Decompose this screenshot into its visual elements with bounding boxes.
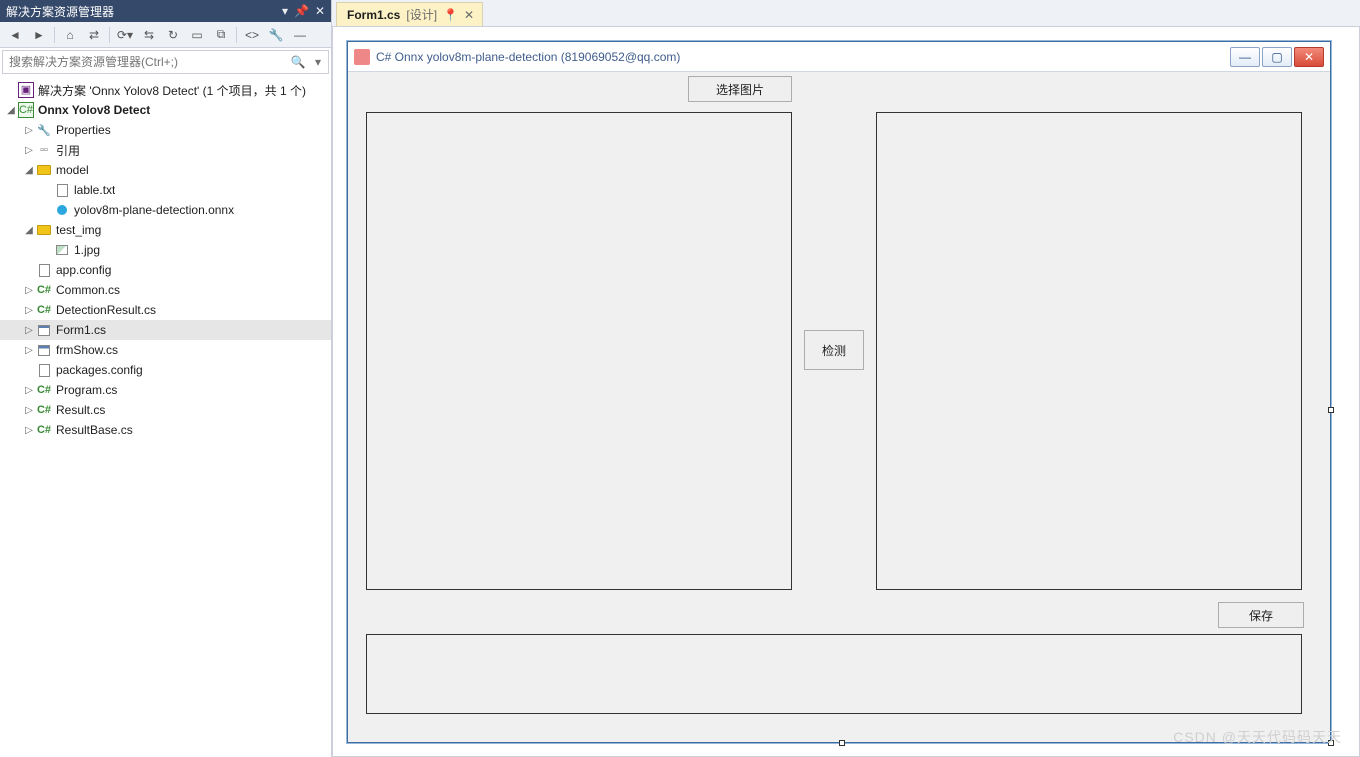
minimize-button[interactable]: — (1230, 47, 1260, 67)
expand-icon[interactable]: ◢ (22, 165, 36, 176)
winform-title: C# Onnx yolov8m-plane-detection (8190690… (376, 50, 1224, 64)
tree-item-frmshow[interactable]: ▷ frmShow.cs (0, 340, 331, 360)
tree-item-refs[interactable]: ▷▫▫引用 (0, 140, 331, 160)
tree-label: frmShow.cs (56, 343, 118, 357)
expand-icon[interactable]: ▷ (22, 145, 36, 156)
tree-item-testimg[interactable]: ◢ test_img (0, 220, 331, 240)
tab-pin-icon[interactable]: 📍 (443, 8, 458, 22)
tab-form1-design[interactable]: Form1.cs [设计] 📍 ✕ (336, 2, 483, 26)
tree-item-jpg1[interactable]: ▷1.jpg (0, 240, 331, 260)
tab-close-icon[interactable]: ✕ (464, 8, 474, 22)
tree-label: Properties (56, 123, 111, 137)
expand-icon[interactable]: ◢ (22, 225, 36, 236)
toolbar-more-icon[interactable]: ― (289, 24, 311, 46)
maximize-button[interactable]: ▢ (1262, 47, 1292, 67)
tree-label: app.config (56, 263, 111, 277)
tree-label: Result.cs (56, 403, 105, 417)
tree-item-program[interactable]: ▷C#Program.cs (0, 380, 331, 400)
toolbar-collapse-icon[interactable]: ▭ (186, 24, 208, 46)
design-area: Form1.cs [设计] 📍 ✕ C# Onnx yolov8m-plane-… (332, 0, 1360, 757)
expand-icon[interactable]: ▷ (22, 305, 36, 316)
tree-label: ResultBase.cs (56, 423, 133, 437)
tree-label: packages.config (56, 363, 143, 377)
solution-explorer-panel: 解决方案资源管理器 ▾ 📌 ✕ ◄ ► ⌂ ⇄ ⟳▾ ⇆ ↻ ▭ ⧉ <> 🔧 … (0, 0, 332, 757)
search-input[interactable] (3, 53, 288, 71)
tree-item-props[interactable]: ▷🔧Properties (0, 120, 331, 140)
close-button[interactable]: ✕ (1294, 47, 1324, 67)
toolbar-back-icon[interactable]: ◄ (4, 24, 26, 46)
tree-label: Program.cs (56, 383, 117, 397)
expand-icon[interactable]: ▷ (22, 425, 36, 436)
toolbar-wrench-icon[interactable]: 🔧 (265, 24, 287, 46)
output-image-panel[interactable] (876, 112, 1302, 590)
expand-icon[interactable]: ▷ (22, 405, 36, 416)
tree-item-pkg[interactable]: ▷packages.config (0, 360, 331, 380)
panel-toolbar: ◄ ► ⌂ ⇄ ⟳▾ ⇆ ↻ ▭ ⧉ <> 🔧 ― (0, 22, 331, 48)
design-surface[interactable]: C# Onnx yolov8m-plane-detection (8190690… (332, 26, 1360, 757)
toolbar-showall-icon[interactable]: ⧉ (210, 24, 232, 46)
tab-suffix: [设计] (406, 6, 437, 23)
resize-grip-corner[interactable] (1328, 740, 1334, 746)
detect-button[interactable]: 检测 (804, 330, 864, 370)
tree-label: test_img (56, 223, 101, 237)
toolbar-swap-icon[interactable]: ⇆ (138, 24, 160, 46)
panel-titlebar: 解决方案资源管理器 ▾ 📌 ✕ (0, 0, 331, 22)
tree-item-sol[interactable]: ▷▣解决方案 'Onnx Yolov8 Detect' (1 个项目，共 1 个… (0, 80, 331, 100)
tree-item-appcfg[interactable]: ▷app.config (0, 260, 331, 280)
winform-titlebar: C# Onnx yolov8m-plane-detection (8190690… (348, 42, 1330, 72)
toolbar-cycle-icon[interactable]: ↻ (162, 24, 184, 46)
resize-grip-right[interactable] (1328, 407, 1334, 413)
tree-label: Common.cs (56, 283, 120, 297)
tree-label: Form1.cs (56, 323, 106, 337)
tree-label: 引用 (56, 142, 80, 159)
search-dropdown-icon[interactable]: ▾ (308, 55, 328, 69)
log-panel[interactable] (366, 634, 1302, 714)
search-icon[interactable]: 🔍 (288, 55, 308, 69)
toolbar-sync-icon[interactable]: ⇄ (83, 24, 105, 46)
select-image-button[interactable]: 选择图片 (688, 76, 792, 102)
toolbar-code-icon[interactable]: <> (241, 24, 263, 46)
input-image-panel[interactable] (366, 112, 792, 590)
document-tabs: Form1.cs [设计] 📍 ✕ (332, 0, 1360, 26)
tree-label: DetectionResult.cs (56, 303, 156, 317)
search-box[interactable]: 🔍 ▾ (2, 50, 329, 74)
tree-label: 解决方案 'Onnx Yolov8 Detect' (1 个项目，共 1 个) (38, 82, 306, 99)
tree-item-lable[interactable]: ▷lable.txt (0, 180, 331, 200)
tree-item-proj[interactable]: ◢C#Onnx Yolov8 Detect (0, 100, 331, 120)
tree-item-form1[interactable]: ▷ Form1.cs (0, 320, 331, 340)
tree-item-resultbase[interactable]: ▷C#ResultBase.cs (0, 420, 331, 440)
tree-label: lable.txt (74, 183, 115, 197)
panel-close-icon[interactable]: ✕ (315, 4, 325, 18)
expand-icon[interactable]: ▷ (22, 325, 36, 336)
expand-icon[interactable]: ▷ (22, 385, 36, 396)
winform-window[interactable]: C# Onnx yolov8m-plane-detection (8190690… (347, 41, 1331, 743)
expand-icon[interactable]: ▷ (22, 125, 36, 136)
resize-grip-bottom[interactable] (839, 740, 845, 746)
panel-dropdown-icon[interactable]: ▾ (282, 4, 288, 18)
tree-label: yolov8m-plane-detection.onnx (74, 203, 234, 217)
toolbar-forward-icon[interactable]: ► (28, 24, 50, 46)
tree-label: model (56, 163, 89, 177)
toolbar-refresh-icon[interactable]: ⟳▾ (114, 24, 136, 46)
tab-name: Form1.cs (347, 8, 400, 22)
tree-item-result[interactable]: ▷C#Result.cs (0, 400, 331, 420)
solution-tree[interactable]: ▷▣解决方案 'Onnx Yolov8 Detect' (1 个项目，共 1 个… (0, 78, 331, 757)
tree-item-model[interactable]: ◢ model (0, 160, 331, 180)
tree-item-common[interactable]: ▷C#Common.cs (0, 280, 331, 300)
tree-label: Onnx Yolov8 Detect (38, 103, 150, 117)
panel-pin-icon[interactable]: 📌 (294, 4, 309, 18)
expand-icon[interactable]: ▷ (22, 345, 36, 356)
save-button[interactable]: 保存 (1218, 602, 1304, 628)
toolbar-home-icon[interactable]: ⌂ (59, 24, 81, 46)
tree-item-onnx[interactable]: ▷yolov8m-plane-detection.onnx (0, 200, 331, 220)
panel-title: 解决方案资源管理器 (6, 3, 114, 20)
tree-item-detres[interactable]: ▷C#DetectionResult.cs (0, 300, 331, 320)
expand-icon[interactable]: ◢ (4, 105, 18, 116)
expand-icon[interactable]: ▷ (22, 285, 36, 296)
app-icon (354, 49, 370, 65)
tree-label: 1.jpg (74, 243, 100, 257)
winform-client-area: 选择图片 检测 保存 (348, 72, 1330, 742)
